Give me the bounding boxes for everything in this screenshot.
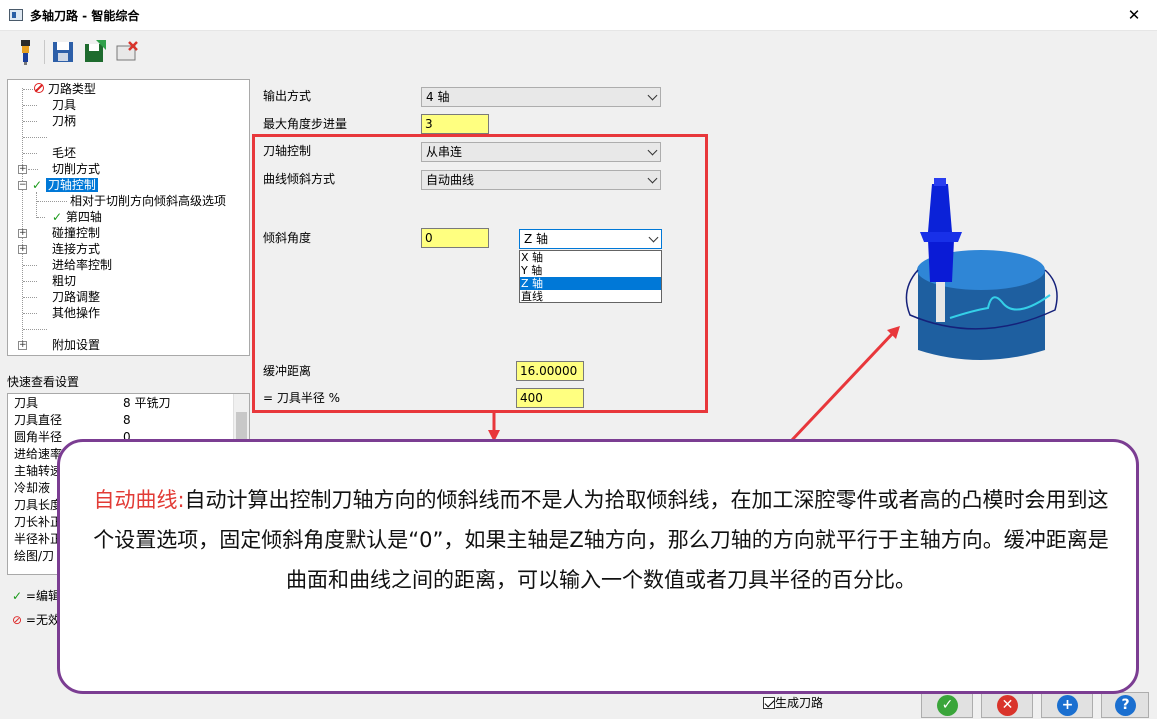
tree-item-fourth-axis[interactable]: ✓ 第四轴 [52,209,102,225]
edited-check-icon: ✓ [32,178,43,192]
list-item: 刀具长度 [14,498,63,512]
legend-invalid: ⊘ =无效 [12,613,60,627]
expand-icon[interactable]: + [18,165,27,174]
plus-icon: + [1057,695,1078,716]
quick-settings-title: 快速查看设置 [7,375,80,389]
help-icon: ? [1115,695,1136,716]
help-button[interactable]: ? [1101,692,1149,718]
legend-edited: ✓ =编辑 [12,589,60,603]
tree-item-tool[interactable]: 刀具 [52,97,76,113]
tree-item-holder[interactable]: 刀柄 [52,113,76,129]
close-icon: ✕ [997,695,1018,716]
add-button[interactable]: + [1041,692,1093,718]
tree-item-tilt-advanced[interactable]: 相对于切削方向倾斜高级选项 [70,193,226,209]
list-item: 主轴转速 [14,464,63,478]
tree-item-collision[interactable]: 碰撞控制 [52,225,100,241]
tree-item-extra-settings[interactable]: 附加设置 [52,337,100,353]
delete-icon[interactable] [114,38,140,66]
tree-item-cut-method[interactable]: 切削方式 [52,161,100,177]
save-icon[interactable] [50,38,76,66]
collapse-icon[interactable]: − [18,181,27,190]
app-icon [9,9,23,21]
window-title: 多轴刀路 - 智能综合 [30,9,140,23]
expand-icon[interactable]: + [18,341,27,350]
list-item: 刀具 8 平铣刀 [14,396,171,410]
generate-path-checkbox[interactable]: 生成刀路 [763,694,823,711]
edited-check-icon: ✓ [52,210,63,224]
max-angle-step-label: 最大角度步进量 [263,117,348,131]
toolbar [0,32,1157,72]
tree-item-feed-control[interactable]: 进给率控制 [52,257,112,273]
callout-text: 自动曲线:自动计算出控制刀轴方向的倾斜线而不是人为拾取倾斜线，在加工深腔零件或者… [92,480,1110,600]
expand-icon[interactable]: + [18,229,27,238]
checkbox-icon [763,697,775,709]
expand-icon[interactable]: + [18,245,27,254]
list-item: 进给速率 [14,447,63,461]
save-export-icon[interactable] [82,38,108,66]
annotation-arrows [488,326,900,442]
cancel-button[interactable]: ✕ [981,692,1033,718]
tree-item-rough[interactable]: 粗切 [52,273,76,289]
list-item: 绘图/刀 [14,549,55,563]
settings-tree: 刀路类型 刀具 刀柄 毛坯 + 切削方式 − ✓ 刀轴控制 相对于切削方向倾斜高… [7,79,250,356]
tree-item-other-ops[interactable]: 其他操作 [52,305,100,321]
output-mode-label: 输出方式 [263,89,312,103]
list-item: 刀长补正 [14,515,63,529]
chevron-down-icon [647,90,658,101]
callout-highlight: 自动曲线: [93,488,185,512]
tree-item-linking[interactable]: 连接方式 [52,241,100,257]
toolbar-separator [44,40,45,64]
invalid-icon [34,83,44,93]
tree-item-tool-axis-control[interactable]: ✓ 刀轴控制 [32,177,98,193]
ok-button[interactable]: ✓ [921,692,973,718]
tool-holder-icon[interactable] [12,38,38,66]
callout-body: 自动计算出控制刀轴方向的倾斜线而不是人为拾取倾斜线，在加工深腔零件或者高的凸模时… [93,488,1109,592]
output-mode-select[interactable]: 4 轴 [421,87,661,107]
annotation-callout: 自动曲线:自动计算出控制刀轴方向的倾斜线而不是人为拾取倾斜线，在加工深腔零件或者… [57,439,1139,694]
list-item: 刀具直径 8 [14,413,131,427]
check-icon: ✓ [937,695,958,716]
tree-item-path-type[interactable]: 刀路类型 [34,81,96,97]
tree-item-stock[interactable]: 毛坯 [52,145,76,161]
max-angle-step-input[interactable]: 3 [421,114,489,134]
list-item: 半径补正 [14,532,63,546]
list-item: 冷却液 [14,481,51,495]
list-item: 圆角半径 0 [14,430,131,444]
title-bar: 多轴刀路 - 智能综合 ✕ [0,0,1157,31]
close-button[interactable]: ✕ [1111,0,1157,31]
tree-item-path-adjust[interactable]: 刀路调整 [52,289,100,305]
